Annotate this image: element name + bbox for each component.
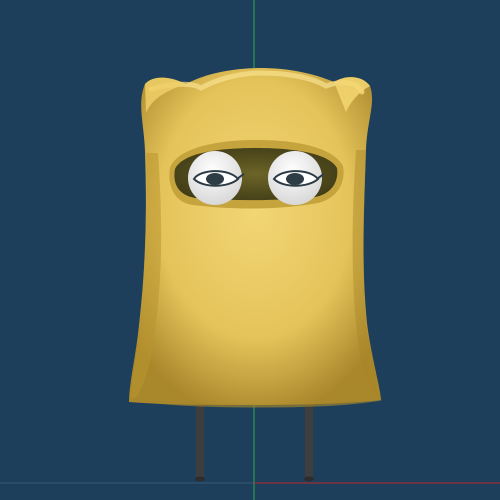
character-body	[129, 68, 382, 408]
left-foot	[195, 476, 205, 482]
right-pupil	[286, 173, 304, 185]
left-leg	[196, 402, 204, 480]
eye-opening-group	[169, 140, 344, 209]
right-leg	[305, 402, 313, 480]
hood-shape	[129, 68, 381, 405]
left-pupil	[206, 173, 224, 185]
right-foot	[304, 476, 314, 482]
3d-viewport[interactable]	[0, 0, 500, 500]
scene-canvas	[0, 0, 500, 500]
